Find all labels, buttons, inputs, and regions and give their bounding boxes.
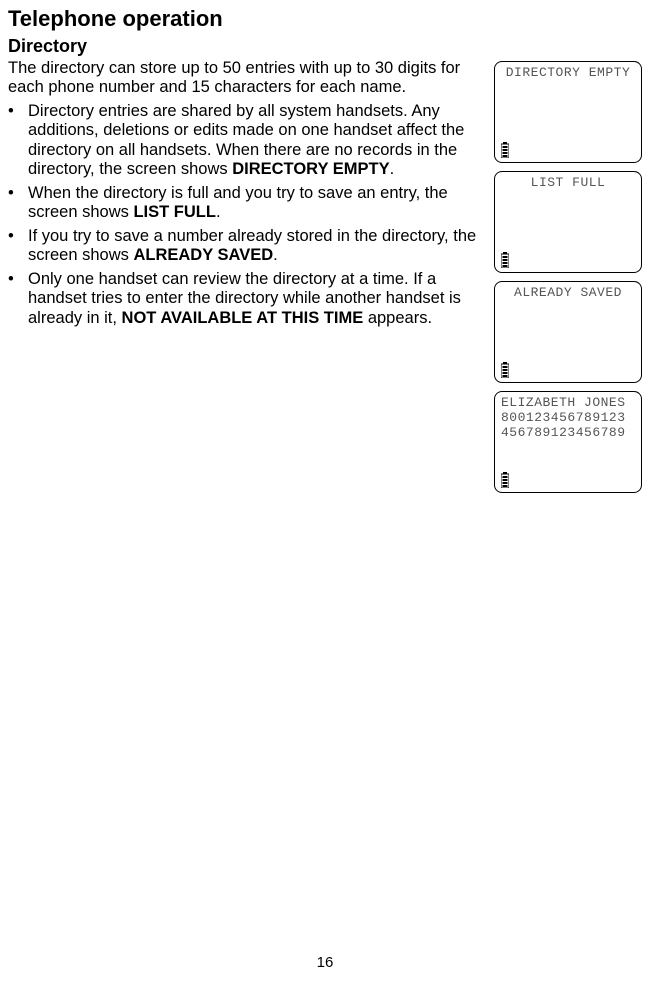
bullet-marker: • [8,227,28,266]
screen-line: ELIZABETH JONES [501,396,635,411]
screen-line: DIRECTORY EMPTY [501,66,635,81]
list-item: • Directory entries are shared by all sy… [8,102,488,180]
page-number: 16 [0,954,650,971]
bullet-marker: • [8,102,28,180]
screen-line: 800123456789123 [501,411,635,426]
bullet-text: If you try to save a number already stor… [28,227,488,266]
bullet-list: • Directory entries are shared by all sy… [8,102,488,328]
battery-icon [501,142,509,158]
screen-line: 456789123456789 [501,426,635,441]
screen-directory-empty: DIRECTORY EMPTY [494,61,642,163]
bullet-text: When the directory is full and you try t… [28,184,488,223]
screen-list-full: LIST FULL [494,171,642,273]
section-title: Directory [8,36,642,57]
intro-text: The directory can store up to 50 entries… [8,59,488,98]
list-item: • Only one handset can review the direct… [8,270,488,328]
bullet-marker: • [8,270,28,328]
screen-elizabeth-jones: ELIZABETH JONES 800123456789123 45678912… [494,391,642,493]
bullet-marker: • [8,184,28,223]
list-item: • When the directory is full and you try… [8,184,488,223]
bullet-text: Only one handset can review the director… [28,270,488,328]
list-item: • If you try to save a number already st… [8,227,488,266]
main-content: The directory can store up to 50 entries… [8,59,642,493]
battery-icon [501,362,509,378]
bullet-text: Directory entries are shared by all syst… [28,102,488,180]
screens-column: DIRECTORY EMPTY LIST FULL ALREADY SAVED … [494,59,642,493]
screen-already-saved: ALREADY SAVED [494,281,642,383]
battery-icon [501,252,509,268]
text-column: The directory can store up to 50 entries… [8,59,488,332]
screen-line: LIST FULL [501,176,635,191]
screen-line: ALREADY SAVED [501,286,635,301]
page-title: Telephone operation [8,6,642,32]
battery-icon [501,472,509,488]
